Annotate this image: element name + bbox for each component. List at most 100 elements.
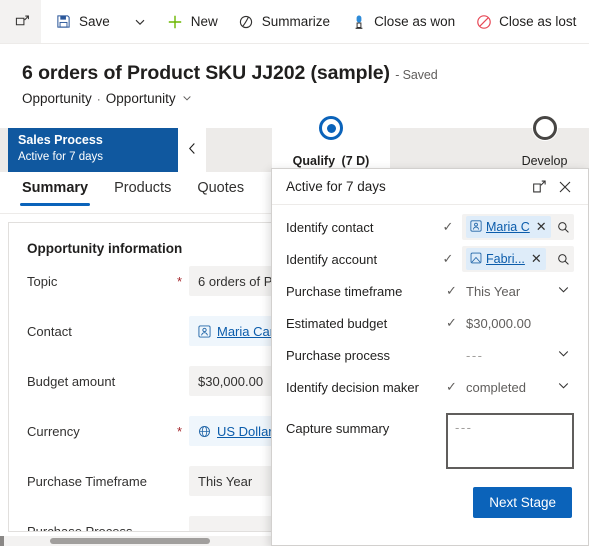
process-name: Sales Process — [18, 133, 103, 147]
next-stage-button[interactable]: Next Stage — [473, 487, 572, 518]
summarize-label: Summarize — [261, 14, 331, 29]
field-label-purchase-process: Purchase Process — [27, 523, 133, 532]
account-pill[interactable]: Fabri... ✕ — [466, 248, 546, 270]
contact-lookup-control[interactable]: Maria C ✕ — [462, 214, 574, 240]
chevron-down-icon[interactable] — [557, 347, 570, 363]
close-icon[interactable] — [552, 174, 578, 200]
decision-maker-value: completed — [466, 379, 526, 395]
field-label-contact: Contact — [27, 323, 72, 339]
process-collapse-button[interactable] — [178, 128, 206, 172]
active-stage-icon — [319, 116, 343, 140]
search-icon[interactable] — [557, 253, 570, 266]
section-title: Opportunity information — [27, 241, 183, 256]
account-lookup-control[interactable]: Fabri... ✕ — [462, 246, 574, 272]
opportunity-information-card: Opportunity information Topic * 6 orders… — [8, 222, 289, 532]
field-row-contact: Contact Maria Cam — [9, 306, 288, 356]
crm-opportunity-screen: Save New Summarize Close as won Close as… — [0, 0, 589, 546]
tab-summary[interactable]: Summary — [20, 172, 91, 206]
breadcrumb-form-name[interactable]: Opportunity — [106, 91, 176, 106]
command-bar: Save New Summarize Close as won Close as… — [0, 0, 589, 44]
field-row-topic: Topic * 6 orders of Pro — [9, 256, 288, 306]
check-icon: ✓ — [446, 315, 457, 330]
field-row-purchase-process: Purchase Process --- — [9, 506, 288, 532]
account-pill-link[interactable]: Fabri... — [486, 252, 525, 266]
tab-products[interactable]: Products — [112, 172, 173, 206]
step-label-capture-summary: Capture summary — [286, 421, 390, 436]
field-label-purchase-timeframe: Purchase Timeframe — [27, 473, 147, 489]
field-label-budget-amount: Budget amount — [27, 373, 116, 389]
contact-pill-link[interactable]: Maria C — [486, 220, 530, 234]
chevron-down-icon[interactable] — [557, 379, 570, 395]
save-button[interactable]: Save — [45, 0, 120, 43]
tab-quotes[interactable]: Quotes — [195, 172, 246, 206]
process-header[interactable]: Sales Process Active for 7 days — [8, 128, 178, 172]
contact-icon — [198, 324, 211, 338]
close-as-lost-button[interactable]: Close as lost — [465, 0, 586, 43]
chevron-down-icon — [132, 13, 149, 30]
chevron-down-icon[interactable] — [182, 93, 192, 105]
business-process-flow-bar: Sales Process Active for 7 days Qualify … — [0, 115, 589, 172]
tab-products-label: Products — [114, 180, 172, 196]
required-marker-topic: * — [177, 273, 183, 289]
saved-status: - Saved — [395, 68, 438, 82]
field-row-currency: Currency * US Dollar — [9, 406, 288, 456]
stage-qualify-name: Qualify — [292, 154, 336, 168]
step-label-purchase-process: Purchase process — [286, 347, 391, 363]
step-value-identify-decision-maker[interactable]: completed — [466, 374, 574, 400]
step-label-estimated-budget: Estimated budget — [286, 315, 388, 331]
step-value-estimated-budget[interactable]: $30,000.00 — [466, 310, 574, 336]
field-label-topic: Topic — [27, 273, 58, 289]
horizontal-scrollbar[interactable] — [0, 536, 271, 546]
scrollbar-thumb[interactable] — [50, 538, 210, 544]
required-marker-currency: * — [177, 423, 183, 439]
trophy-icon — [350, 13, 367, 30]
open-record-icon — [14, 13, 31, 30]
stage-qualify-duration: (7 D) — [341, 154, 370, 168]
stage-develop[interactable]: Develop — [500, 115, 589, 172]
step-value-purchase-timeframe[interactable]: This Year — [466, 278, 574, 304]
prohibited-icon — [475, 13, 492, 30]
currency-link[interactable]: US Dollar — [217, 424, 273, 439]
step-identify-decision-maker: Identify decision maker ✓ completed — [272, 371, 588, 403]
currency-icon — [198, 425, 211, 438]
step-value-identify-contact: Maria C ✕ — [462, 214, 574, 240]
flyout-title: Active for 7 days — [286, 179, 386, 194]
account-icon — [470, 252, 482, 267]
breadcrumb-entity: Opportunity — [22, 91, 92, 106]
contact-icon — [470, 219, 482, 235]
summarize-button[interactable]: Summarize — [228, 0, 340, 43]
inactive-stage-icon — [532, 116, 557, 140]
contact-pill[interactable]: Maria C ✕ — [466, 216, 551, 238]
tab-summary-label: Summary — [22, 180, 89, 196]
open-record-set-button[interactable] — [0, 0, 41, 43]
check-icon: ✓ — [446, 379, 457, 394]
search-icon[interactable] — [557, 221, 570, 234]
close-as-lost-label: Close as lost — [499, 14, 577, 29]
record-title-area: 6 orders of Product SKU JJ202 (sample) -… — [0, 50, 589, 106]
close-as-won-button[interactable]: Close as won — [340, 0, 465, 43]
step-capture-summary: Capture summary --- — [272, 403, 588, 469]
stage-qualify[interactable]: Qualify (7 D) — [272, 115, 390, 172]
step-label-identify-account: Identify account — [286, 251, 378, 267]
save-label: Save — [79, 14, 110, 29]
remove-contact-icon[interactable]: ✕ — [534, 219, 547, 235]
chevron-left-icon — [187, 142, 198, 158]
open-in-new-icon[interactable] — [526, 174, 552, 200]
check-icon: ✓ — [442, 251, 454, 266]
tab-quotes-label: Quotes — [197, 180, 245, 196]
new-label: New — [190, 14, 218, 29]
capture-summary-textarea[interactable]: --- — [446, 413, 574, 469]
field-label-currency: Currency — [27, 423, 80, 439]
stage-develop-indicator — [531, 115, 558, 141]
field-row-budget-amount: Budget amount $30,000.00 — [9, 356, 288, 406]
check-icon: ✓ — [442, 219, 454, 234]
new-button[interactable]: New — [157, 0, 228, 43]
close-as-won-label: Close as won — [374, 14, 456, 29]
step-label-purchase-timeframe: Purchase timeframe — [286, 283, 403, 299]
chevron-down-icon[interactable] — [557, 283, 570, 299]
plus-icon — [167, 13, 184, 30]
step-purchase-timeframe: Purchase timeframe ✓ This Year — [272, 275, 588, 307]
save-dropdown-button[interactable] — [124, 0, 157, 43]
remove-account-icon[interactable]: ✕ — [529, 251, 542, 267]
step-value-purchase-process[interactable]: --- — [466, 342, 574, 368]
